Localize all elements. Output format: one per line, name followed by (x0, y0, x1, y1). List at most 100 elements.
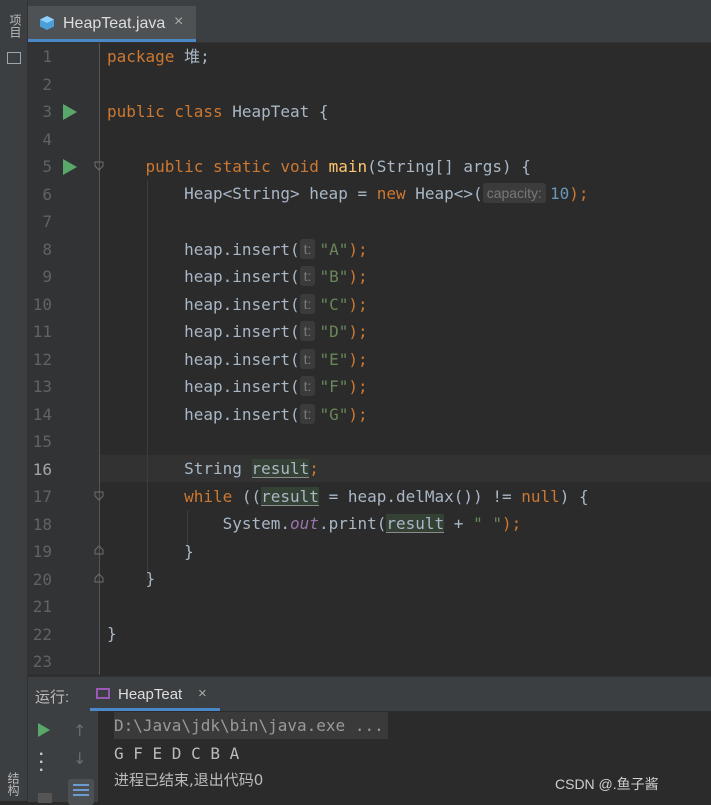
line-number: 17 (32, 487, 52, 506)
code-text: heap.insert( (184, 349, 300, 369)
code-line: while ((result = heap.delMax()) != null)… (107, 483, 589, 510)
run-tab-heapteat[interactable]: HeapTeat × (90, 681, 220, 711)
code-text: = heap.delMax()) != (318, 487, 522, 506)
project-folder-icon (7, 52, 21, 64)
static-field: out (290, 514, 319, 533)
string-literal: "E" (319, 349, 349, 369)
code-line: heap.insert(t: "A"); (107, 236, 368, 263)
code-text: heap.insert( (184, 294, 300, 314)
code-text: System. (222, 514, 291, 533)
code-text: (( (232, 487, 262, 506)
code-line: public class HeapTeat { (107, 98, 329, 125)
java-class-icon (40, 16, 54, 30)
more-options-icon[interactable]: · · · (39, 747, 44, 779)
console-exit-message: 进程已结束,退出代码0 (114, 771, 264, 789)
line-number: 23 (32, 652, 52, 671)
line-number: 15 (32, 432, 52, 451)
code-text: Heap<>( (405, 184, 483, 203)
variable-usage: result (261, 487, 319, 506)
code-text: Heap<String> heap = (184, 184, 377, 203)
code-text: ); (348, 349, 368, 369)
code-line: heap.insert(t: "G"); (107, 401, 368, 428)
code-text: ); (348, 239, 368, 259)
run-label: 运行: (35, 689, 70, 706)
keyword: public static void (145, 157, 319, 176)
tab-filename: HeapTeat.java (63, 15, 166, 32)
structure-tool-button[interactable]: 结构 (5, 772, 23, 802)
keyword: package (107, 47, 175, 66)
parameter-hint: t: (299, 403, 316, 424)
code-text: ); (348, 377, 368, 396)
line-number: 22 (32, 624, 52, 644)
up-arrow-icon[interactable]: ↑ (73, 721, 86, 740)
line-number: 3 (42, 102, 52, 121)
line-number: 4 (42, 129, 52, 149)
line-number: 21 (32, 597, 52, 616)
structure-tool-label: 结构 (6, 772, 20, 796)
stop-icon[interactable] (38, 793, 52, 803)
rerun-icon[interactable] (38, 723, 50, 737)
keyword: public class (107, 102, 223, 121)
code-line: System.out.print(result + " "); (107, 510, 521, 537)
code-line: } (107, 565, 156, 592)
console-output-line: G F E D C B A (114, 744, 240, 763)
run-console-icon (96, 688, 110, 699)
code-text: ); (348, 267, 368, 286)
down-arrow-icon[interactable]: ↓ (73, 749, 86, 768)
parameter-hint: t: (299, 238, 316, 259)
code-text: ); (348, 294, 368, 314)
code-line: Heap<String> heap = new Heap<>(capacity:… (107, 180, 588, 207)
line-number: 1 (42, 47, 52, 66)
string-literal: "B" (319, 267, 349, 286)
run-tab-close-button[interactable]: × (198, 685, 207, 702)
line-number: 6 (42, 184, 52, 204)
line-number: 11 (32, 322, 52, 341)
code-line: package 堆; (107, 43, 210, 70)
code-text: ); (348, 322, 368, 341)
code-line: heap.insert(t: "D"); (107, 318, 368, 345)
line-number: 20 (32, 569, 52, 589)
fold-icon[interactable] (94, 573, 104, 583)
variable-usage: result (251, 459, 310, 478)
code-editor[interactable]: 1 2 3 4 5 6 7 8 9 10 11 12 13 14 15 16 17 18 19 20 21 22 23 pa… (28, 43, 711, 675)
soft-wrap-icon[interactable] (68, 779, 94, 805)
code-text: } (184, 542, 194, 561)
run-gutter-icon[interactable] (63, 104, 77, 120)
run-header: 运行: HeapTeat × (28, 677, 711, 711)
parameter-hint: t: (299, 293, 316, 314)
string-literal: "F" (319, 377, 349, 396)
code-text: ); (569, 184, 589, 203)
line-number: 12 (32, 349, 52, 369)
string-literal: "G" (319, 404, 349, 424)
code-text: + (444, 514, 474, 533)
code-text: ); (501, 514, 522, 533)
code-text: 堆; (174, 47, 210, 66)
code-text: String (184, 459, 252, 478)
code-line: } (107, 538, 194, 565)
keyword: new (376, 184, 406, 203)
line-number: 16 (32, 459, 52, 479)
project-tool-label: 项目 (8, 14, 22, 38)
fold-icon[interactable] (94, 491, 104, 501)
string-literal: "C" (319, 294, 349, 314)
tab-close-button[interactable]: × (174, 13, 183, 31)
code-text: heap.insert( (184, 377, 300, 396)
fold-icon[interactable] (94, 161, 104, 171)
code-text: HeapTeat { (222, 102, 329, 121)
code-text: heap.insert( (184, 404, 300, 424)
code-line: } (107, 620, 117, 647)
fold-icon[interactable] (94, 545, 104, 555)
line-number: 18 (32, 514, 52, 534)
code-text: .print( (318, 514, 387, 533)
run-gutter-icon[interactable] (63, 159, 77, 175)
method-name: main (328, 157, 368, 176)
code-text: ); (348, 404, 368, 424)
watermark: CSDN @.鱼子酱 (555, 776, 659, 792)
tab-heapteat-java[interactable]: HeapTeat.java × (28, 6, 196, 42)
parameter-hint: capacity: (482, 183, 546, 203)
line-number: 13 (32, 377, 52, 396)
string-literal: "A" (319, 239, 349, 259)
parameter-hint: t: (299, 348, 316, 369)
code-line: String result; (107, 455, 319, 482)
project-tool-button[interactable]: 项目 (5, 14, 23, 66)
